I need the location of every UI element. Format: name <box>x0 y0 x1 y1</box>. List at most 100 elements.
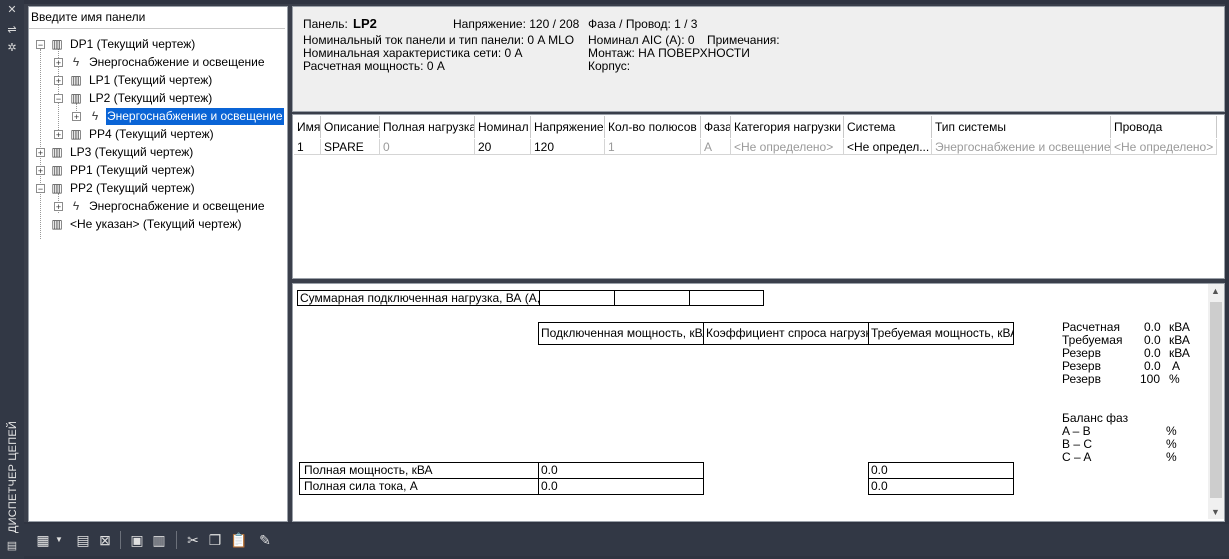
design-power-info: Расчетная мощность: 0 A <box>303 59 445 73</box>
collapse-icon[interactable]: − <box>36 40 45 50</box>
tree-node-system[interactable]: + ϟ Энергоснабжение и освещение <box>29 198 285 215</box>
copy-panel-icon[interactable]: ▣ <box>128 531 146 549</box>
balance-unit: % <box>1166 437 1177 451</box>
summary-label: Требуемая <box>1062 333 1123 347</box>
summary-unit: кВА <box>1169 333 1190 347</box>
grid-cell[interactable]: 20 <box>475 139 531 155</box>
tree-node-unassigned[interactable]: ▥ <Не указан> (Текущий чертеж) <box>29 216 285 233</box>
voltage-info: Напряжение: 120 / 208 <box>453 17 580 31</box>
collapse-icon[interactable]: − <box>36 184 45 194</box>
palette-settings-icon[interactable]: ✲ <box>5 42 19 54</box>
demand-factor-header: Коэффициент спроса нагрузки <box>703 322 869 345</box>
vertical-scrollbar[interactable]: ▲ ▼ <box>1208 284 1224 519</box>
notes-info: Примечания: <box>707 33 780 47</box>
scroll-up-icon[interactable]: ▲ <box>1211 286 1220 296</box>
expand-icon[interactable]: + <box>72 112 81 122</box>
phase-balance-title: Баланс фаз <box>1062 411 1129 425</box>
column-header[interactable]: Кол-во полюсов <box>605 116 701 138</box>
total-power-value: 0.0 <box>538 462 704 479</box>
tree-node-pp4[interactable]: + ▥ PP4 (Текущий чертеж) <box>29 126 285 143</box>
total-current-required: 0.0 <box>868 478 1014 495</box>
tree-node-system[interactable]: + ϟ Энергоснабжение и освещение <box>29 54 285 71</box>
summary-unit: кВА <box>1169 346 1190 360</box>
expand-icon[interactable]: + <box>54 76 63 86</box>
tree-node-lp3[interactable]: + ▥ LP3 (Текущий чертеж) <box>29 144 285 161</box>
grid-cell[interactable]: A <box>701 139 731 155</box>
column-header[interactable]: Полная нагрузка <box>380 116 475 138</box>
paste-panel-icon[interactable]: ▥ <box>150 531 168 549</box>
panel-icon: ▥ <box>51 145 63 159</box>
aic-info: Номинал AIC (A): 0 <box>588 33 695 47</box>
total-current-label: Полная сила тока, A <box>299 478 539 495</box>
sum-load-c[interactable] <box>689 290 764 306</box>
scroll-thumb[interactable] <box>1210 302 1222 498</box>
tree-node-label: LP3 (Текущий чертеж) <box>70 145 194 159</box>
mounting-info: Монтаж: НА ПОВЕРХНОСТИ <box>588 46 750 60</box>
column-header[interactable]: Номинал <box>475 116 531 138</box>
grid-cell[interactable]: <Не определено> <box>1111 139 1217 155</box>
column-header[interactable]: Система <box>844 116 932 138</box>
lightning-icon: ϟ <box>91 109 99 123</box>
panel-search-input[interactable]: Введите имя панели <box>29 7 285 29</box>
palette-icon: ▤ <box>6 540 18 552</box>
circuit-grid: Имя Описание Полная нагрузка Номинал Нап… <box>292 114 1225 279</box>
tree-node-lp2[interactable]: − ▥ LP2 (Текущий чертеж) <box>29 90 285 107</box>
summary-label: Резерв <box>1062 359 1101 373</box>
grid-cell[interactable]: 120 <box>531 139 605 155</box>
column-header[interactable]: Напряжение <box>531 116 605 138</box>
edit-icon[interactable]: ✎ <box>256 531 274 549</box>
tree-node-label: LP1 (Текущий чертеж) <box>89 73 213 87</box>
new-circuit-icon[interactable]: ▤ <box>74 531 92 549</box>
total-power-label: Полная мощность, кВА <box>299 462 539 479</box>
expand-icon[interactable]: + <box>54 202 63 212</box>
sum-load-b[interactable] <box>614 290 690 306</box>
grid-cell[interactable]: <Не определено> <box>731 139 844 155</box>
tree-node-label: PP2 (Текущий чертеж) <box>70 181 195 195</box>
panel-icon: ▥ <box>70 127 82 141</box>
grid-cell[interactable]: 1 <box>294 139 321 155</box>
grid-cell[interactable]: Энергоснабжение и освещение <box>932 139 1111 155</box>
copy-icon[interactable]: ❐ <box>206 531 224 549</box>
sum-load-a[interactable] <box>539 290 615 306</box>
expand-icon[interactable]: + <box>54 58 63 68</box>
panel-icon: ▥ <box>51 163 63 177</box>
expand-icon[interactable]: + <box>36 148 45 158</box>
tree-node-pp2[interactable]: − ▥ PP2 (Текущий чертеж) <box>29 180 285 197</box>
balance-unit: % <box>1166 424 1177 438</box>
column-header[interactable]: Описание <box>321 116 380 138</box>
grid-cell[interactable]: <Не определ... <box>844 139 932 155</box>
panel-icon: ▥ <box>51 37 63 51</box>
lightning-icon: ϟ <box>72 55 80 69</box>
grid-cell[interactable]: 1 <box>605 139 701 155</box>
grid-cell[interactable]: 0 <box>380 139 475 155</box>
auto-hide-icon[interactable]: ⇌ <box>5 24 19 36</box>
connected-power-header: Подключенная мощность, кВА <box>538 322 704 345</box>
grid-cell[interactable]: SPARE <box>321 139 380 155</box>
bottom-toolbar: ▦ ▼ ▤ ⊠ ▣ ▥ ✂ ❐ 📋 ✎ <box>24 524 1229 556</box>
paste-icon[interactable]: 📋 <box>230 531 248 549</box>
summary-value: 0.0 <box>1144 333 1161 347</box>
column-header[interactable]: Тип системы <box>932 116 1111 138</box>
new-panel-icon[interactable]: ▦ <box>34 531 52 549</box>
column-header[interactable]: Фаза <box>701 116 731 138</box>
panel-icon: ▥ <box>70 73 82 87</box>
tree-node-label: LP2 (Текущий чертеж) <box>89 91 213 105</box>
tree-node-dp1[interactable]: − ▥ DP1 (Текущий чертеж) <box>29 36 285 53</box>
tree-node-lp1[interactable]: + ▥ LP1 (Текущий чертеж) <box>29 72 285 89</box>
column-header[interactable]: Категория нагрузки <box>731 116 844 138</box>
delete-icon[interactable]: ⊠ <box>96 531 114 549</box>
summary-value: 0.0 <box>1144 320 1161 334</box>
close-palette-icon[interactable]: ✕ <box>5 4 19 16</box>
scroll-down-icon[interactable]: ▼ <box>1211 507 1220 517</box>
collapse-icon[interactable]: − <box>54 94 63 104</box>
dropdown-icon[interactable]: ▼ <box>54 531 64 549</box>
cut-icon[interactable]: ✂ <box>184 531 202 549</box>
tree-node-system-selected[interactable]: + ϟ Энергоснабжение и освещение <box>29 107 285 126</box>
column-header[interactable]: Провода <box>1111 116 1217 138</box>
expand-icon[interactable]: + <box>36 166 45 176</box>
tree-node-label: DP1 (Текущий чертеж) <box>70 37 196 51</box>
expand-icon[interactable]: + <box>54 130 63 140</box>
column-header[interactable]: Имя <box>294 116 321 138</box>
tree-node-pp1[interactable]: + ▥ PP1 (Текущий чертеж) <box>29 162 285 179</box>
panel-icon: ▥ <box>70 91 82 105</box>
